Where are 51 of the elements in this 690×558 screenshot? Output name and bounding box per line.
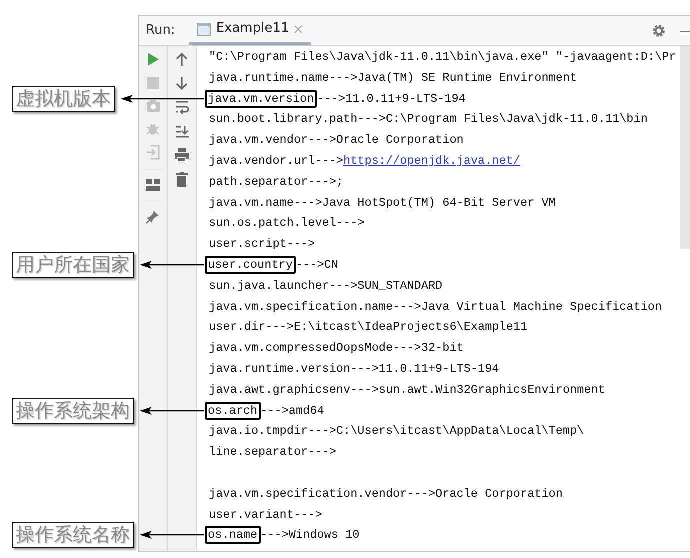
scrollbar[interactable] <box>680 46 690 249</box>
run-label: Run: <box>146 22 176 40</box>
callout-label: 用户所在国家 <box>12 252 134 278</box>
up-arrow-icon[interactable] <box>175 52 189 67</box>
down-arrow-icon[interactable] <box>175 76 189 91</box>
console-text: java.vendor.url---> <box>209 154 344 168</box>
scroll-end-icon[interactable] <box>174 124 190 139</box>
settings-icon[interactable] <box>652 24 666 38</box>
console-line: java.vm.specification.vendor--->Oracle Corporation <box>209 486 564 503</box>
run-icon[interactable] <box>146 52 160 67</box>
callout-label: 操作系统名称 <box>12 522 134 548</box>
console-icon <box>197 22 212 36</box>
highlighted-key: user.country <box>205 256 296 274</box>
console-line: java.vm.vendor--->Oracle Corporation <box>209 132 465 150</box>
wrap-icon[interactable] <box>175 100 189 115</box>
highlighted-key: os.name <box>205 526 261 544</box>
layout-icon[interactable] <box>146 179 160 191</box>
camera-icon[interactable] <box>146 99 160 113</box>
run-tab[interactable]: Example11 <box>189 16 312 45</box>
url-link[interactable]: https://openjdk.java.net/ <box>344 154 520 168</box>
leader-arrow <box>140 407 204 415</box>
console-line: java.vm.specification.name--->Java Virtual Machine Specification <box>209 298 664 316</box>
console-line: java.io.tmpdir--->C:\Users\itcast\AppData\Local\Temp\ <box>209 423 586 440</box>
console-line: user.script---> <box>209 236 316 254</box>
trash-icon[interactable] <box>176 172 188 187</box>
leader-arrow <box>140 261 204 269</box>
leader-arrow <box>140 531 204 539</box>
console-text: --->11.0.11+9-LTS-194 <box>317 92 466 106</box>
console-line: java.runtime.version--->11.0.11+9-LTS-194 <box>209 360 500 378</box>
console-line: java.vm.compressedOopsMode--->32-bit <box>209 340 465 358</box>
console-text: --->CN <box>296 258 338 272</box>
callout-label: 操作系统架构 <box>12 398 134 424</box>
highlighted-key: java.vm.version <box>205 90 318 108</box>
console-line: sun.os.patch.level---> <box>209 215 366 232</box>
highlighted-key: os.arch <box>205 402 261 420</box>
console-line: sun.java.launcher--->SUN_STANDARD <box>209 278 444 295</box>
console-line: line.separator---> <box>209 444 338 462</box>
callout-label: 虚拟机版本 <box>12 86 115 112</box>
console-line: path.separator--->; <box>209 174 345 191</box>
pin-icon[interactable] <box>146 210 160 224</box>
console-text: --->Windows 10 <box>260 528 360 542</box>
console-line: sun.boot.library.path--->C:\Program Files\Java\jdk-11.0.11\bin <box>209 111 649 128</box>
console-line: java.runtime.name--->Java(TM) SE Runtime Environment <box>209 70 578 87</box>
console-line: "C:\Program Files\Java\jdk-11.0.11\bin\java.exe" "-javaagent:D:\Pr <box>209 49 678 66</box>
console-line: user.dir--->E:\itcast\IdeaProjects6\Example11 <box>209 319 529 336</box>
console-line: java.awt.graphicsenv--->sun.awt.Win32GraphicsEnvironment <box>209 382 606 399</box>
print-icon[interactable] <box>175 148 189 163</box>
console-line: user.variant---> <box>209 506 324 524</box>
console-line: java.vm.name--->Java HotSpot(TM) 64-Bit Server VM <box>209 194 557 212</box>
console-text: --->amd64 <box>260 404 324 418</box>
close-icon[interactable] <box>294 24 304 34</box>
